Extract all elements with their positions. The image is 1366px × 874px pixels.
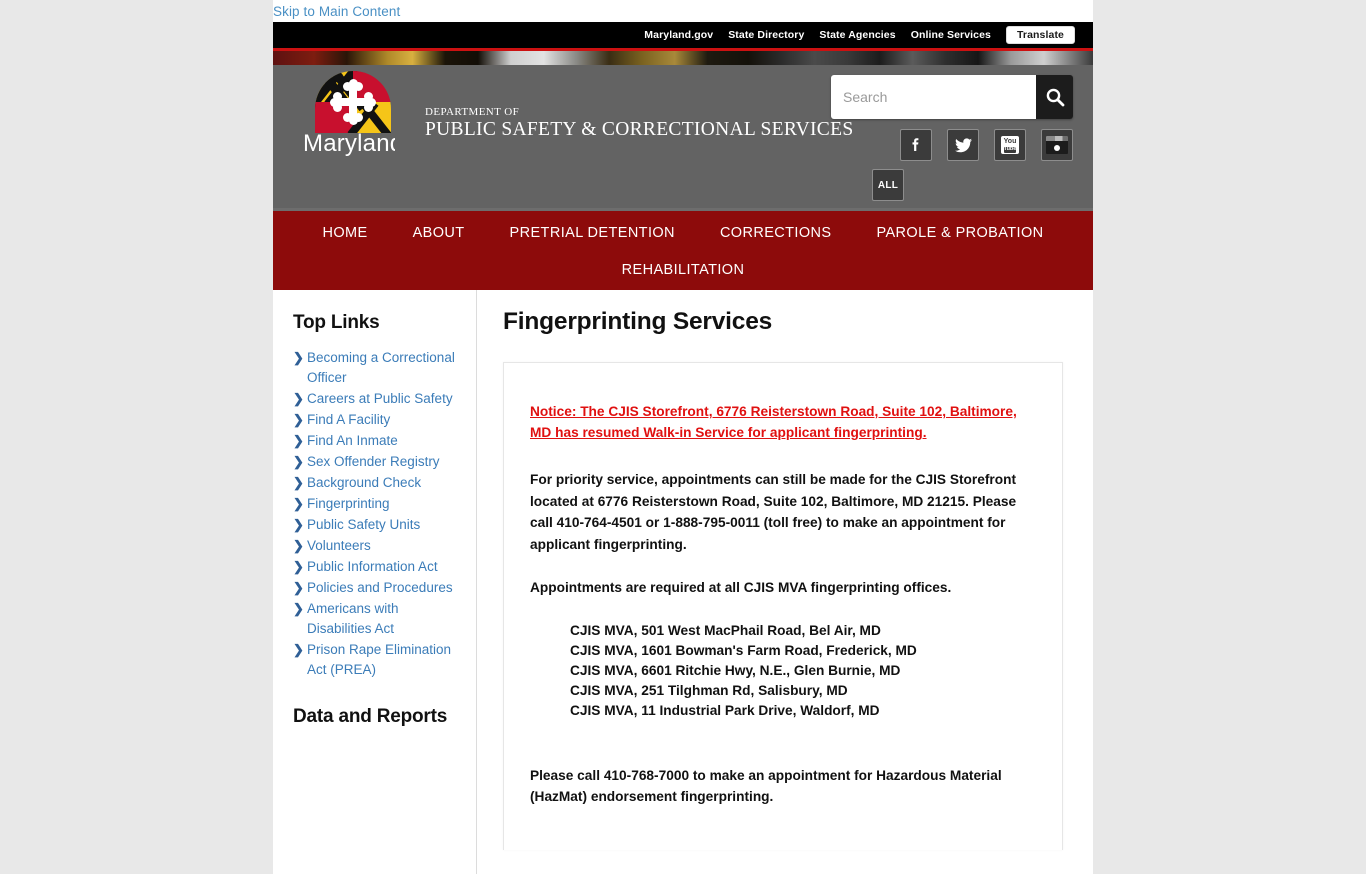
flickr-icon[interactable] <box>1041 129 1073 161</box>
state-link-state-agencies[interactable]: State Agencies <box>819 29 895 41</box>
sidebar-link-sex-offender-registry[interactable]: Sex Offender Registry <box>307 452 440 472</box>
list-item: ❯ Sex Offender Registry <box>293 452 462 472</box>
list-item: ❯ Volunteers <box>293 536 462 556</box>
body-columns: Top Links ❯ Becoming a Correctional Offic… <box>273 290 1093 874</box>
youtube-icon[interactable]: You Tube <box>994 129 1026 161</box>
chevron-right-icon: ❯ <box>293 538 304 553</box>
nav-item-corrections[interactable]: CORRECTIONS <box>720 225 832 241</box>
chevron-right-icon: ❯ <box>293 517 304 532</box>
list-item: CJIS MVA, 501 West MacPhail Road, Bel Ai… <box>570 622 881 638</box>
state-link-maryland-gov[interactable]: Maryland.gov <box>644 29 713 41</box>
sidebar-link-volunteers[interactable]: Volunteers <box>307 536 371 556</box>
sidebar-link-careers-at-public-safety[interactable]: Careers at Public Safety <box>307 389 453 409</box>
search-input[interactable] <box>831 75 1036 119</box>
chevron-right-icon: ❯ <box>293 454 304 469</box>
sidebar-heading-data-and-reports: Data and Reports <box>293 706 448 727</box>
sidebar-link-find-a-facility[interactable]: Find A Facility <box>307 410 390 430</box>
list-item: ❯ Background Check <box>293 473 462 493</box>
sidebar-top-links-list: ❯ Becoming a Correctional Officer ❯ Career… <box>293 348 462 680</box>
list-item: CJIS MVA, 11 Industrial Park Drive, Wald… <box>570 702 880 718</box>
translate-button[interactable]: Translate <box>1005 25 1075 45</box>
chevron-right-icon: ❯ <box>293 412 304 427</box>
chevron-right-icon: ❯ <box>293 475 304 490</box>
paragraph-hazmat: Please call 410-768-7000 to make an appo… <box>530 767 1002 805</box>
nav-item-pretrial-detention[interactable]: PRETRIAL DETENTION <box>510 225 675 241</box>
nav-item-home[interactable]: HOME <box>322 225 367 241</box>
sidebar-link-prison-rape-elimination-act[interactable]: Prison Rape Elimination Act (PREA) <box>307 640 462 680</box>
site-header-banner: Maryland DEPARTMENT OF PUBLIC SAFETY & C… <box>273 51 1093 208</box>
list-item: ❯ Public Information Act <box>293 557 462 577</box>
department-of-label: DEPARTMENT OF <box>425 106 520 118</box>
page-container: Skip to Main Content Maryland.gov State … <box>273 0 1093 874</box>
nav-item-rehabilitation[interactable]: REHABILITATION <box>622 262 745 278</box>
sidebar-link-find-an-inmate[interactable]: Find An Inmate <box>307 431 398 451</box>
chevron-right-icon: ❯ <box>293 580 304 595</box>
chevron-right-icon: ❯ <box>293 559 304 574</box>
list-item: CJIS MVA, 6601 Ritchie Hwy, N.E., Glen B… <box>570 662 901 678</box>
nav-item-about[interactable]: ABOUT <box>413 225 465 241</box>
social-links-row: You Tube <box>900 129 1073 161</box>
all-social-button[interactable]: ALL <box>872 169 904 201</box>
sidebar-link-fingerprinting[interactable]: Fingerprinting <box>307 494 390 514</box>
list-item: ❯ Careers at Public Safety <box>293 389 462 409</box>
content-card: Notice: The CJIS Storefront, 6776 Reiste… <box>503 362 1063 850</box>
list-item: ❯ Prison Rape Elimination Act (PREA) <box>293 640 462 680</box>
list-item: CJIS MVA, 1601 Bowman's Farm Road, Frede… <box>570 642 917 658</box>
sidebar-link-public-safety-units[interactable]: Public Safety Units <box>307 515 420 535</box>
chevron-right-icon: ❯ <box>293 433 304 448</box>
sidebar: Top Links ❯ Becoming a Correctional Offic… <box>273 290 477 874</box>
facebook-icon[interactable] <box>900 129 932 161</box>
maryland-wordmark: Maryland <box>303 131 395 157</box>
list-item: ❯ Find An Inmate <box>293 431 462 451</box>
main-navigation: HOME ABOUT PRETRIAL DETENTION CORRECTION… <box>273 208 1093 290</box>
list-item: ❯ Policies and Procedures <box>293 578 462 598</box>
chevron-right-icon: ❯ <box>293 601 304 616</box>
sidebar-link-public-information-act[interactable]: Public Information Act <box>307 557 438 577</box>
maryland-flag-shield-icon <box>315 71 391 133</box>
state-link-online-services[interactable]: Online Services <box>911 29 991 41</box>
chevron-right-icon: ❯ <box>293 496 304 511</box>
list-item: CJIS MVA, 251 Tilghman Rd, Salisbury, MD <box>570 682 848 698</box>
chevron-right-icon: ❯ <box>293 391 304 406</box>
chevron-right-icon: ❯ <box>293 642 304 657</box>
nav-row-primary: HOME ABOUT PRETRIAL DETENTION CORRECTION… <box>273 225 1093 241</box>
cross-bottony-icon <box>330 79 376 125</box>
department-title-block: DEPARTMENT OF PUBLIC SAFETY & CORRECTION… <box>425 107 853 141</box>
paragraph-priority-service: For priority service, appointments can s… <box>530 472 1017 552</box>
notice-banner: Notice: The CJIS Storefront, 6776 Reiste… <box>530 404 1017 440</box>
search-submit-button[interactable] <box>1036 75 1073 119</box>
state-utility-bar: Maryland.gov State Directory State Agenc… <box>273 22 1093 48</box>
cjis-mva-office-list: CJIS MVA, 501 West MacPhail Road, Bel Ai… <box>530 621 1036 721</box>
list-item: ❯ Fingerprinting <box>293 494 462 514</box>
department-name: PUBLIC SAFETY & CORRECTIONAL SERVICES <box>425 119 854 140</box>
nav-row-secondary: REHABILITATION <box>273 262 1093 278</box>
list-item: ❯ Becoming a Correctional Officer <box>293 348 462 388</box>
page-title: Fingerprinting Services <box>503 308 773 335</box>
header-inner: Maryland DEPARTMENT OF PUBLIC SAFETY & C… <box>273 65 1093 208</box>
sidebar-link-background-check[interactable]: Background Check <box>307 473 421 493</box>
state-link-state-directory[interactable]: State Directory <box>728 29 804 41</box>
list-item: ❯ Americans with Disabilities Act <box>293 599 462 639</box>
search-box <box>831 75 1073 119</box>
chevron-right-icon: ❯ <box>293 350 304 365</box>
sidebar-heading-top-links: Top Links <box>293 312 380 333</box>
list-item: ❯ Find A Facility <box>293 410 462 430</box>
skip-to-main-content-link[interactable]: Skip to Main Content <box>273 4 400 19</box>
paragraph-appointments-required: Appointments are required at all CJIS MV… <box>530 580 952 595</box>
sidebar-link-americans-with-disabilities-act[interactable]: Americans with Disabilities Act <box>307 599 462 639</box>
search-icon <box>1046 88 1064 107</box>
nav-item-parole-probation[interactable]: PAROLE & PROBATION <box>876 225 1043 241</box>
twitter-icon[interactable] <box>947 129 979 161</box>
main-content: Fingerprinting Services Notice: The CJIS… <box>477 290 1093 874</box>
social-all-row: ALL <box>872 169 904 201</box>
list-item: ❯ Public Safety Units <box>293 515 462 535</box>
skip-strip: Skip to Main Content <box>273 0 1093 22</box>
sidebar-link-policies-and-procedures[interactable]: Policies and Procedures <box>307 578 453 598</box>
sidebar-link-becoming-a-correctional-officer[interactable]: Becoming a Correctional Officer <box>307 348 462 388</box>
